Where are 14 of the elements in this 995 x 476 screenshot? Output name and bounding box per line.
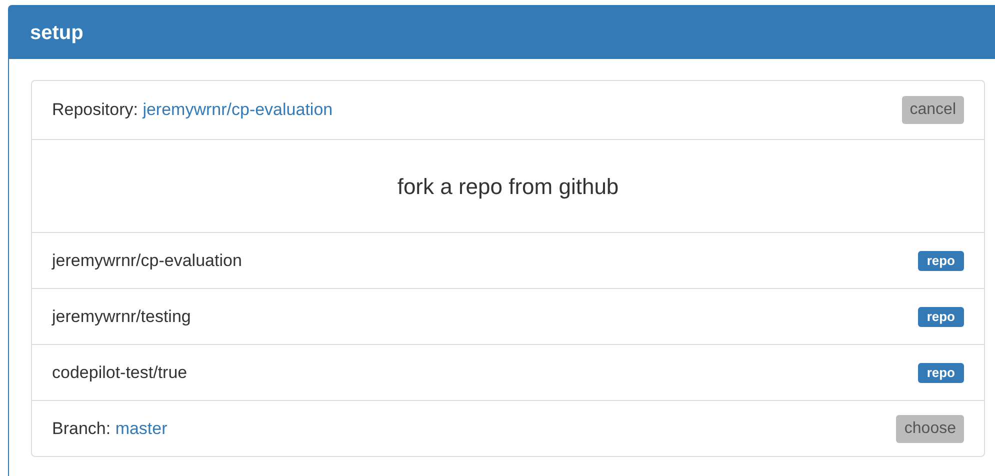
panel-title: setup [30, 20, 84, 46]
choose-button[interactable]: choose [896, 414, 964, 442]
repo-tag: repo [918, 362, 964, 382]
repo-tag: repo [918, 250, 964, 270]
cancel-button[interactable]: cancel [902, 96, 964, 124]
repository-link[interactable]: jeremywrnr/cp-evaluation [142, 100, 333, 120]
branch-label: Branch: master [52, 418, 168, 440]
branch-link[interactable]: master [115, 418, 168, 438]
repo-name[interactable]: jeremywrnr/testing [52, 304, 191, 330]
repository-label: Repository: jeremywrnr/cp-evaluation [52, 99, 333, 122]
section-heading: fork a repo from github [397, 172, 619, 201]
repo-tag: repo [918, 306, 964, 326]
repo-name[interactable]: codepilot-test/true [52, 360, 188, 386]
repo-name[interactable]: jeremywrnr/cp-evaluation [52, 248, 242, 274]
